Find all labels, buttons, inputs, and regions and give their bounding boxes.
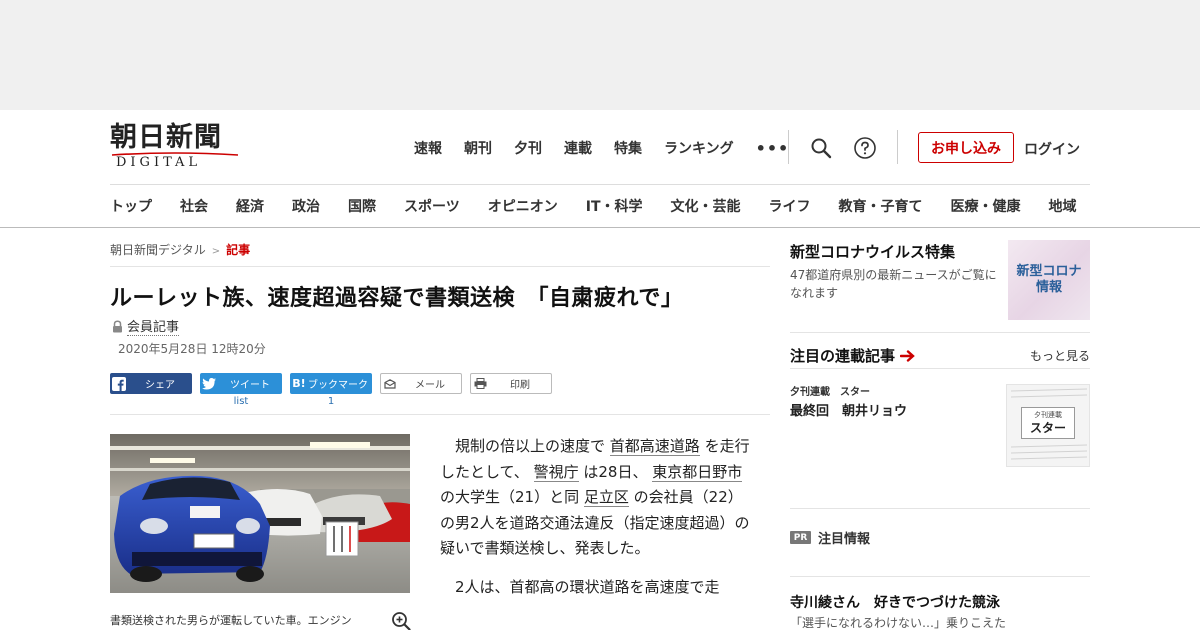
pr-subtext[interactable]: 「選手になれるわけない…」乗りこえた bbox=[790, 614, 1006, 630]
site-logo[interactable]: 朝日新聞 DIGITAL bbox=[110, 124, 240, 170]
photo-parking-cars bbox=[110, 434, 410, 593]
facebook-icon bbox=[110, 376, 128, 391]
search-icon[interactable] bbox=[809, 136, 833, 160]
member-badge[interactable]: 会員記事 bbox=[112, 316, 180, 336]
keyword-link-keishicho[interactable]: 警視庁 bbox=[533, 462, 579, 482]
serial-thumb-card: 夕刊連載 スター bbox=[1021, 407, 1075, 439]
corona-feature-thumbnail[interactable]: 新型コロナ 情報 bbox=[1008, 240, 1090, 320]
facebook-share-label: シェア bbox=[145, 380, 175, 391]
help-icon[interactable] bbox=[853, 136, 877, 160]
keyword-link-adachi[interactable]: 足立区 bbox=[583, 488, 629, 507]
category-sports[interactable]: スポーツ bbox=[404, 196, 460, 216]
header-divider bbox=[788, 130, 789, 164]
category-culture[interactable]: 文化・芸能 bbox=[671, 196, 741, 216]
twitter-share-button[interactable]: ツイート bbox=[200, 373, 282, 394]
hatena-bookmark-label: ブックマーク bbox=[308, 380, 368, 391]
hatena-icon: B! bbox=[292, 377, 306, 390]
pr-label: 注目情報 bbox=[818, 532, 871, 547]
logo-main-text: 朝日新聞 bbox=[110, 122, 222, 153]
category-opinion[interactable]: オピニオン bbox=[488, 196, 558, 216]
arrow-right-icon bbox=[900, 349, 915, 362]
category-health[interactable]: 医療・健康 bbox=[951, 196, 1021, 216]
topnav-item-tokushu[interactable]: 特集 bbox=[614, 138, 642, 158]
category-top[interactable]: トップ bbox=[110, 196, 152, 216]
category-it-science[interactable]: IT・科学 bbox=[586, 196, 643, 216]
text-run: 規制の倍以上の速度で bbox=[455, 437, 606, 455]
serial-section-title[interactable]: 注目の連載記事 bbox=[790, 345, 916, 366]
print-label: 印刷 bbox=[510, 380, 530, 391]
print-button[interactable]: 印刷 bbox=[470, 373, 552, 394]
lock-icon bbox=[113, 320, 122, 332]
twitter-count-link[interactable]: list bbox=[200, 396, 282, 407]
topnav-item-choukan[interactable]: 朝刊 bbox=[464, 138, 492, 158]
ad-banner-area bbox=[0, 0, 1200, 110]
paragraph-1: 規制の倍以上の速度で 首都高速道路 を走行したとして、 警視庁 は28日、 東京… bbox=[440, 434, 755, 562]
serial-category: 夕刊連載 スター bbox=[790, 387, 870, 398]
category-international[interactable]: 国際 bbox=[348, 196, 376, 216]
mail-share-button[interactable]: メール bbox=[380, 373, 462, 394]
topnav-item-sokuho[interactable]: 速報 bbox=[414, 138, 442, 158]
divider bbox=[790, 576, 1090, 577]
category-education[interactable]: 教育・子育て bbox=[839, 196, 923, 216]
hatena-bookmark-button[interactable]: B! ブックマーク bbox=[290, 373, 372, 394]
more-link[interactable]: もっと見る bbox=[1030, 347, 1090, 364]
topnav-item-yuukan[interactable]: 夕刊 bbox=[514, 138, 542, 158]
mail-icon bbox=[381, 378, 399, 389]
article-body: 規制の倍以上の速度で 首都高速道路 を走行したとして、 警視庁 は28日、 東京… bbox=[440, 434, 755, 600]
article-headline: ルーレット族、速度超過容疑で書類送検 「自粛疲れで」 bbox=[110, 286, 684, 311]
corona-feature-desc[interactable]: 47都道府県別の最新ニュースがご覧になれます bbox=[790, 266, 1002, 302]
serial-thumb-big: スター bbox=[1029, 421, 1066, 435]
twitter-share-label: ツイート bbox=[230, 380, 270, 391]
site-header: 朝日新聞 DIGITAL 速報 朝刊 夕刊 連載 特集 ランキング ••• お申… bbox=[0, 110, 1200, 228]
hatena-count[interactable]: 1 bbox=[290, 396, 372, 407]
category-politics[interactable]: 政治 bbox=[292, 196, 320, 216]
top-nav: 速報 朝刊 夕刊 連載 特集 ランキング ••• bbox=[414, 136, 789, 160]
subscribe-button[interactable]: お申し込み bbox=[918, 132, 1014, 163]
topnav-item-ranking[interactable]: ランキング bbox=[664, 138, 734, 158]
login-link[interactable]: ログイン bbox=[1024, 139, 1080, 159]
pr-section: PR 注目情報 bbox=[790, 528, 870, 547]
category-society[interactable]: 社会 bbox=[180, 196, 208, 216]
divider bbox=[790, 332, 1090, 333]
header-divider bbox=[897, 130, 898, 164]
serial-headline[interactable]: 最終回 朝井リョウ bbox=[790, 400, 907, 419]
pr-badge: PR bbox=[790, 531, 811, 544]
facebook-share-button[interactable]: シェア bbox=[110, 373, 192, 394]
category-economy[interactable]: 経済 bbox=[236, 196, 264, 216]
breadcrumb-separator: > bbox=[211, 246, 221, 257]
mail-share-label: メール bbox=[415, 380, 445, 391]
article-photo[interactable] bbox=[110, 434, 410, 593]
publish-date: 2020年5月28日 12時20分 bbox=[118, 342, 266, 356]
divider bbox=[790, 368, 1090, 369]
breadcrumb-home[interactable]: 朝日新聞デジタル bbox=[110, 243, 206, 257]
paragraph-2: 2人は、首都高の環状道路を高速度で走 bbox=[455, 577, 720, 596]
corona-thumb-label: 新型コロナ 情報 bbox=[1016, 264, 1082, 295]
category-nav: トップ 社会 経済 政治 国際 スポーツ オピニオン IT・科学 文化・芸能 ラ… bbox=[110, 196, 1100, 216]
divider bbox=[790, 508, 1090, 509]
pr-headline[interactable]: 寺川綾さん 好きでつづけた競泳 bbox=[790, 592, 1000, 612]
breadcrumb: 朝日新聞デジタル > 記事 bbox=[110, 241, 250, 258]
breadcrumb-current: 記事 bbox=[226, 243, 251, 257]
header-divider bbox=[110, 184, 1090, 185]
twitter-icon bbox=[200, 377, 218, 390]
divider bbox=[110, 414, 770, 415]
serial-thumbnail[interactable]: 夕刊連載 スター bbox=[1006, 384, 1090, 467]
corona-feature-title[interactable]: 新型コロナウイルス特集 bbox=[790, 241, 955, 262]
category-life[interactable]: ライフ bbox=[769, 196, 811, 216]
photo-caption: 書類送検された男らが運転していた車。エンジン bbox=[110, 614, 352, 627]
keyword-link-hino[interactable]: 東京都日野市 bbox=[652, 462, 743, 482]
more-menu-button[interactable]: ••• bbox=[756, 139, 790, 158]
topnav-item-rensai[interactable]: 連載 bbox=[564, 138, 592, 158]
logo-sub-text: DIGITAL bbox=[116, 155, 202, 170]
text-run: の大学生（21）と同 bbox=[440, 488, 580, 506]
zoom-in-icon[interactable] bbox=[391, 611, 411, 630]
text-run: は28日、 bbox=[583, 462, 648, 481]
printer-icon bbox=[471, 378, 489, 389]
keyword-link-shutoko[interactable]: 首都高速道路 bbox=[609, 437, 700, 456]
divider bbox=[110, 266, 770, 267]
serial-section-label: 注目の連載記事 bbox=[790, 347, 896, 365]
member-label: 会員記事 bbox=[127, 316, 180, 336]
serial-thumb-small: 夕刊連載 bbox=[1034, 411, 1062, 419]
category-region[interactable]: 地域 bbox=[1049, 196, 1077, 216]
